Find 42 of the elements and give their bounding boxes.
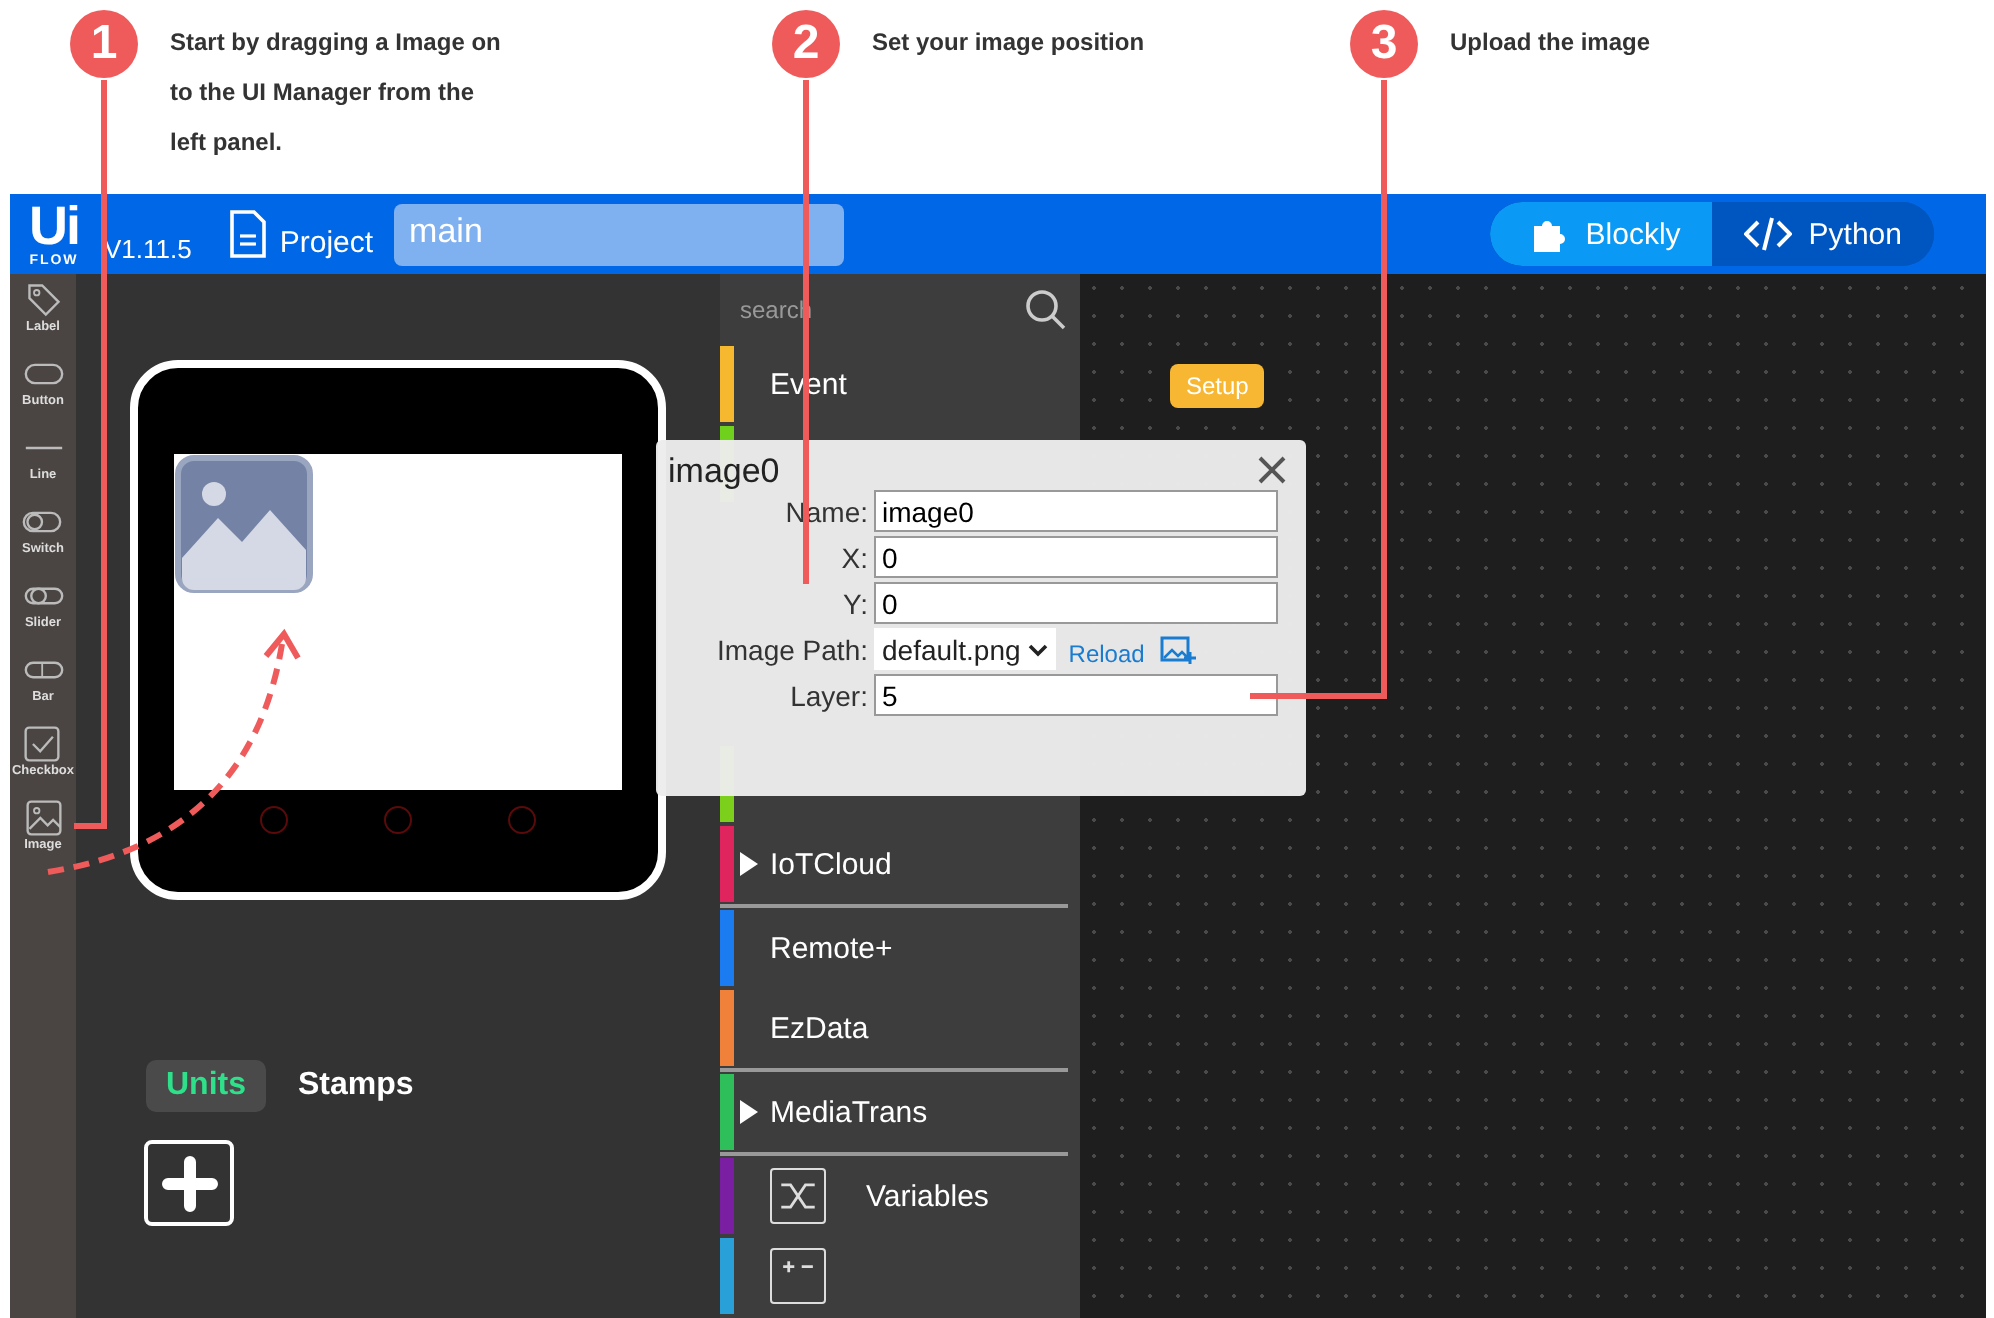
chevron-down-icon — [1028, 641, 1049, 657]
image-upload-icon[interactable] — [1160, 633, 1197, 665]
image-widget-icon — [23, 798, 63, 838]
field-label: X: — [839, 541, 870, 573]
category-item[interactable]: MediaTrans — [720, 1072, 1068, 1152]
shuffle-icon — [770, 1168, 826, 1224]
step-instruction: Upload the image — [1450, 26, 1653, 60]
add-button[interactable] — [144, 1140, 234, 1226]
math-icon — [770, 1248, 826, 1304]
text-input[interactable]: 0 — [874, 582, 1278, 624]
category-item[interactable]: IoTCloud — [720, 824, 1068, 904]
document-icon[interactable] — [227, 208, 268, 260]
field-label: Layer: — [788, 679, 870, 711]
expand-triangle-icon — [740, 1100, 758, 1124]
step-number-badge: 2 — [772, 10, 840, 78]
step-number-badge: 1 — [70, 10, 138, 78]
panel-tab[interactable]: Stamps — [278, 1060, 434, 1112]
text-input[interactable]: 0 — [874, 536, 1278, 578]
step-instruction: Start by dragging a Image on to the UI Manager from the left panel. — [170, 26, 503, 160]
image-path-dropdown[interactable]: default.png — [874, 628, 1057, 670]
dialog-title: image0 — [668, 452, 780, 492]
project-label[interactable]: Project — [279, 225, 374, 259]
checkbox-widget-icon — [22, 724, 63, 764]
category-item[interactable]: Remote+ — [720, 908, 1068, 988]
search-icon[interactable] — [1024, 287, 1068, 331]
field-label: Image Path: — [715, 633, 870, 665]
category-item[interactable]: EzData — [720, 988, 1068, 1068]
step-number-badge: 3 — [1350, 10, 1418, 78]
close-button[interactable] — [1254, 452, 1290, 488]
category-item[interactable]: Variables — [720, 1156, 1068, 1236]
text-input[interactable]: image0 — [874, 490, 1278, 532]
line-widget-icon — [23, 446, 63, 450]
expand-triangle-icon — [740, 852, 758, 876]
version-label: V1.11.5 — [104, 233, 192, 263]
field-label: Y: — [841, 587, 870, 619]
step-instruction: Set your image position — [872, 26, 1147, 60]
code-icon — [1744, 216, 1793, 252]
plus-icon — [161, 1155, 217, 1211]
text-input[interactable]: 5 — [874, 674, 1278, 716]
image-placeholder-icon[interactable] — [174, 454, 314, 594]
panel-tab[interactable]: Units — [146, 1060, 266, 1112]
label-widget-icon — [23, 280, 63, 320]
